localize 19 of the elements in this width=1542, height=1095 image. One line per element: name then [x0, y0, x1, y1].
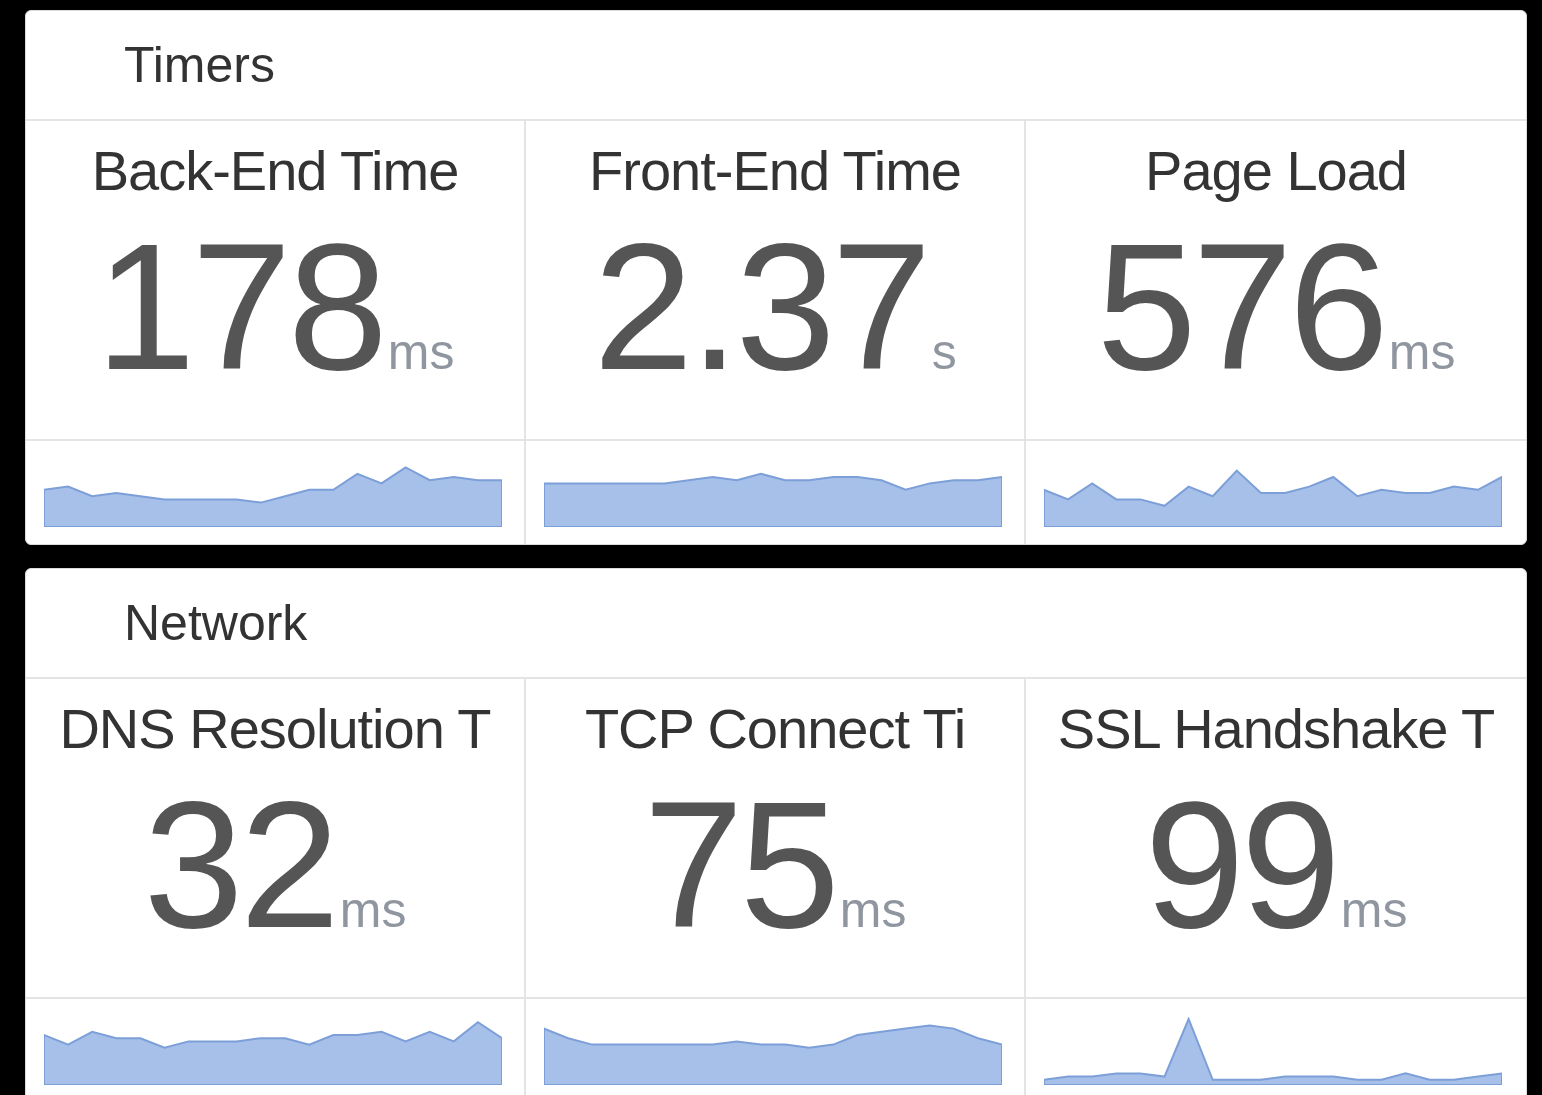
metric-value: 178 [95, 217, 384, 397]
metric-label: DNS Resolution T [59, 701, 491, 757]
metric-value: 32 [143, 775, 336, 955]
metric-value: 99 [1144, 775, 1337, 955]
metric-value: 2.37 [593, 217, 928, 397]
metric-label: Back-End Time [91, 143, 459, 199]
metric-unit: ms [339, 885, 407, 935]
metric-value: 576 [1096, 217, 1385, 397]
section-title: Network [124, 593, 308, 653]
metric-label: TCP Connect Ti [584, 701, 966, 757]
metric-label: SSL Handshake T [1057, 701, 1495, 757]
metric-unit: ms [1388, 327, 1456, 377]
metric-label: Front-End Time [589, 143, 961, 199]
metric-unit: ms [839, 885, 907, 935]
metric-unit: ms [1340, 885, 1408, 935]
metric-unit: s [931, 327, 957, 377]
metric-value: 75 [643, 775, 836, 955]
section-title: Timers [124, 35, 275, 95]
metric-unit: ms [387, 327, 455, 377]
